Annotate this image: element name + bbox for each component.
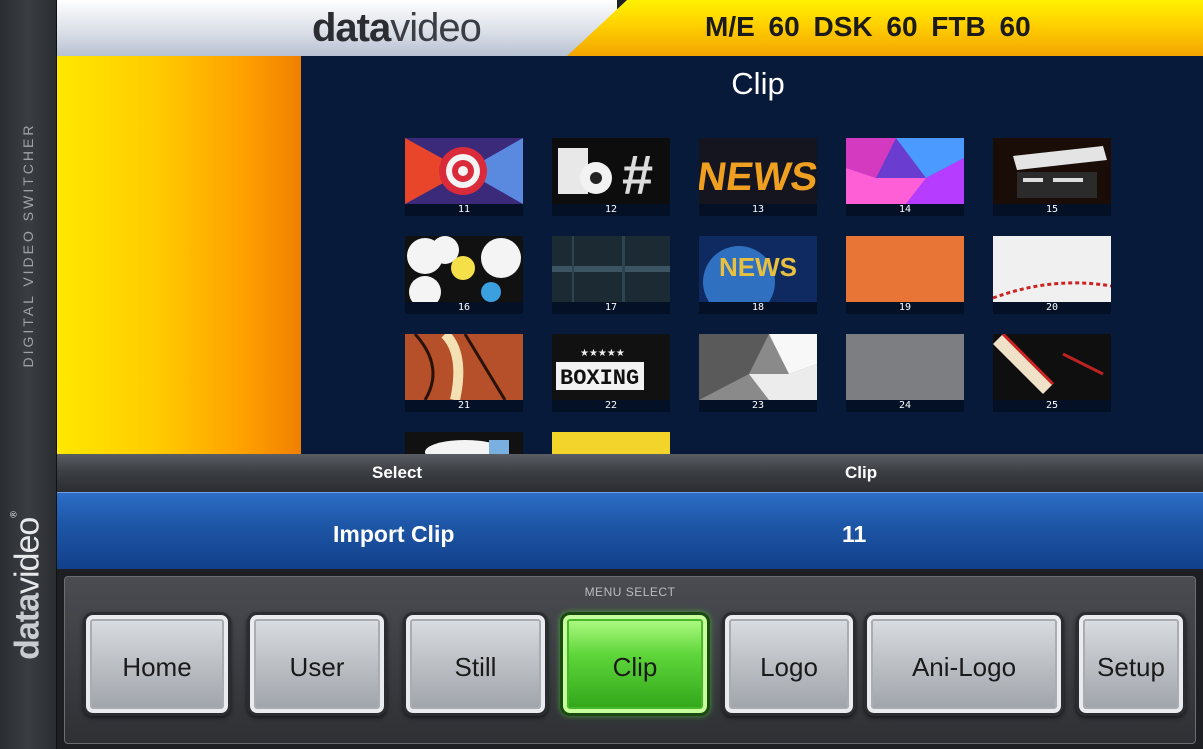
svg-text:NEWS: NEWS — [699, 154, 817, 199]
clip-thumbnail[interactable]: 19 — [846, 236, 964, 314]
menu-button-still[interactable]: Still — [403, 612, 548, 716]
boxing-icon: BOXING ★★★★★ — [552, 334, 670, 400]
clip-thumbnail[interactable]: # 12 — [552, 138, 670, 216]
clip-number: 13 — [699, 204, 817, 216]
header-status: M/E 60 DSK 60 FTB 60 — [705, 11, 1031, 42]
product-label: DIGITAL VIDEO SWITCHER — [20, 122, 36, 368]
clip-number: 25 — [993, 400, 1111, 412]
menu-button-home[interactable]: Home — [83, 612, 231, 716]
menu-button-user[interactable]: User — [247, 612, 387, 716]
target-ring-icon — [405, 138, 523, 204]
clip-thumbnail[interactable]: 25 — [993, 334, 1111, 412]
clip-number: 11 — [405, 204, 523, 216]
news-globe-icon: NEWS — [699, 236, 817, 302]
partial-clip-icon — [405, 432, 523, 454]
svg-text:#: # — [622, 143, 653, 204]
menu-button-setup[interactable]: Setup — [1076, 612, 1186, 716]
svg-text:★★★★★: ★★★★★ — [580, 348, 625, 359]
brand-logo: datavideo — [312, 6, 482, 50]
page-title: Clip — [731, 66, 785, 101]
menu-caption: MENU SELECT — [584, 585, 676, 599]
soccer-ball-icon — [699, 334, 817, 400]
clip-header: Clip — [845, 463, 878, 482]
weather-icon — [405, 236, 523, 302]
svg-text:NEWS: NEWS — [719, 252, 797, 282]
side-strip: DIGITAL VIDEO SWITCHER datavideo® — [0, 0, 57, 749]
clip-number: 23 — [699, 400, 817, 412]
clip-thumbnail[interactable] — [552, 432, 670, 454]
color-blocks-icon — [846, 138, 964, 204]
header: datavideo M/E 60 DSK 60 FTB 60 — [57, 0, 1203, 56]
clip-thumbnail[interactable] — [405, 432, 523, 454]
clip-value[interactable]: 11 — [842, 521, 866, 548]
gray-texture-icon — [846, 334, 964, 400]
select-header: Select — [372, 463, 423, 482]
clip-number: 15 — [993, 204, 1111, 216]
info-value-bar: Import Clip 11 — [57, 492, 1203, 569]
info-header-bar: Select Clip — [57, 454, 1203, 492]
select-value[interactable]: Import Clip — [333, 521, 454, 548]
clip-thumbnail[interactable]: 15 — [993, 138, 1111, 216]
menu-button-clip[interactable]: Clip — [560, 612, 710, 716]
clapperboard-icon — [993, 138, 1111, 204]
darts-icon — [993, 334, 1111, 400]
clip-number: 16 — [405, 302, 523, 314]
clip-number: 24 — [846, 400, 964, 412]
news-text-icon: NEWS — [699, 138, 817, 204]
clip-thumbnail[interactable]: 21 — [405, 334, 523, 412]
color-preview-panel — [57, 56, 301, 454]
basketball-texture-icon — [846, 236, 964, 302]
clip-thumbnail[interactable]: 11 — [405, 138, 523, 216]
clip-thumbnail[interactable]: 16 — [405, 236, 523, 314]
clip-number: 17 — [552, 302, 670, 314]
clip-thumbnail[interactable]: NEWS 13 — [699, 138, 817, 216]
clip-thumbnail[interactable]: 14 — [846, 138, 964, 216]
baseball-icon — [993, 236, 1111, 302]
menu-button-ani-logo[interactable]: Ani-Logo — [864, 612, 1064, 716]
clip-number: 12 — [552, 204, 670, 216]
clip-browser: Clip 11 # 12 NEWS 13 14 15 16 17 NEWS 18… — [301, 56, 1203, 454]
clip-thumbnail[interactable]: NEWS 18 — [699, 236, 817, 314]
basketball-icon — [405, 334, 523, 400]
menu-button-logo[interactable]: Logo — [722, 612, 856, 716]
clip-number: 18 — [699, 302, 817, 314]
dark-texture-icon — [552, 236, 670, 302]
clip-thumbnail[interactable]: 23 — [699, 334, 817, 412]
soccer-hash-icon: # — [552, 138, 670, 204]
clip-thumbnail[interactable]: 17 — [552, 236, 670, 314]
clip-thumbnail[interactable]: 20 — [993, 236, 1111, 314]
clip-thumbnail[interactable]: 24 — [846, 334, 964, 412]
clip-number: 14 — [846, 204, 964, 216]
partial-yellow-clip-icon — [552, 432, 670, 454]
clip-thumbnail[interactable]: BOXING ★★★★★ 22 — [552, 334, 670, 412]
menu-select-panel: MENU SELECT Home User Still Clip Logo An… — [64, 576, 1196, 744]
side-logo: datavideo® — [8, 512, 47, 660]
svg-text:BOXING: BOXING — [560, 366, 639, 391]
clip-number: 22 — [552, 400, 670, 412]
clip-number: 21 — [405, 400, 523, 412]
clip-number: 19 — [846, 302, 964, 314]
clip-number: 20 — [993, 302, 1111, 314]
